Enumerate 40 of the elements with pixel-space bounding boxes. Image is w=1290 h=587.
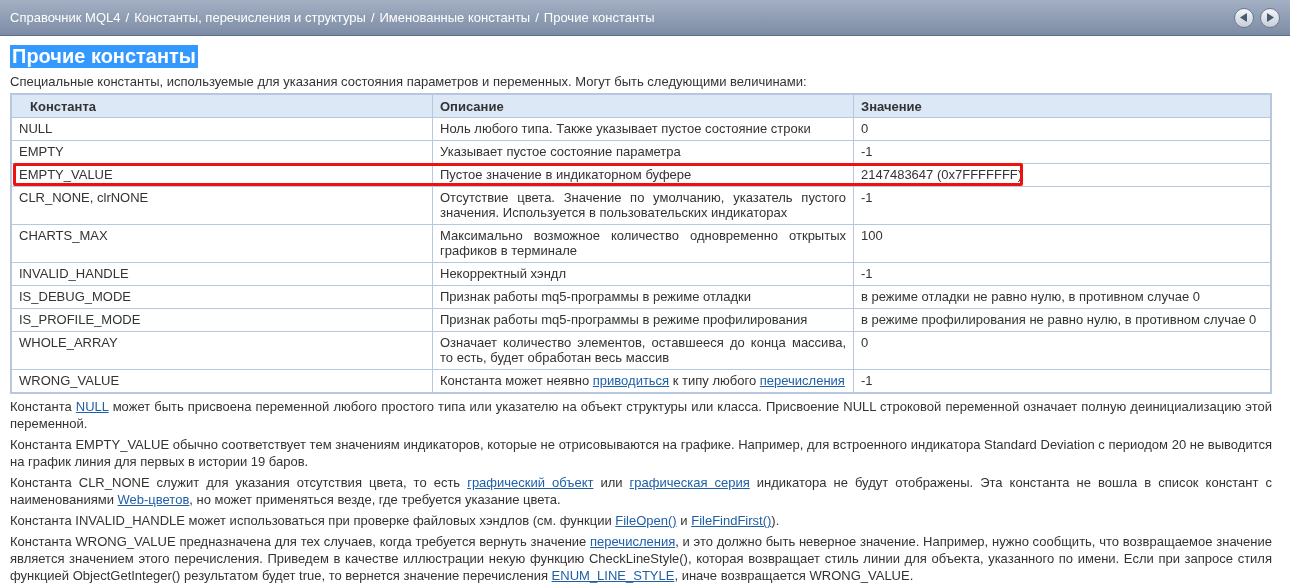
paragraph: Константа WRONG_VALUE предназначена для тех случаев, когда требуется вернуть значение перечисления, и это должно быть неверное значение. Например, нужно сообщить, что возвращаемое значение является значением этого перечисления. Приведем в качестве иллюстрации некую функцию CheckLineStyle(), которая возвращает стиль линии для объекта, указанного по имени. Если при запросе стиля функцией ObjectGetInteger() результатом будет true, то вернется значение перечисления ENUM_LINE_STYLE, иначе возвращается WRONG_VALUE. xyxy=(10,533,1272,584)
table-cell: Некорректный хэндл xyxy=(432,262,854,286)
paragraph: Константа NULL может быть присвоена переменной любого простого типа или указателю на объект структуры или класса. Присвоение NULL строковой переменной означает полную деинициализацию этой переменной. xyxy=(10,398,1272,432)
table-cell: Признак работы mq5-программы в режиме профилирования xyxy=(432,308,854,332)
link[interactable]: перечисления xyxy=(759,373,845,388)
link[interactable]: NULL xyxy=(75,399,109,414)
back-arrow-icon xyxy=(1240,13,1248,22)
paragraph: Константа CLR_NONE служит для указания отсутствия цвета, то есть графический объект или графическая серия индикатора не будут отображены. Эта константа не вошла в список констант с наименованиями Web-цветов, но может применяться везде, где требуется указание цвета. xyxy=(10,474,1272,508)
back-button[interactable] xyxy=(1234,7,1254,28)
table-cell: WHOLE_ARRAY xyxy=(11,331,433,370)
link[interactable]: графический объект xyxy=(467,475,594,490)
page-title: Прочие константы xyxy=(10,45,198,68)
breadcrumb-separator: / xyxy=(369,10,376,25)
table-cell: CLR_NONE, clrNONE xyxy=(11,186,433,225)
link[interactable]: FileFindFirst() xyxy=(691,513,772,528)
table-cell: IS_DEBUG_MODE xyxy=(11,285,433,309)
column-header: Константа xyxy=(11,94,433,118)
intro-text: Специальные константы, используемые для указания состояния параметров и переменных. Могут быть следующими величинами: xyxy=(10,74,808,89)
link[interactable]: приводиться xyxy=(592,373,670,388)
link[interactable]: графическая серия xyxy=(629,475,750,490)
table-cell: Пустое значение в индикаторном буфере xyxy=(432,163,854,187)
breadcrumb-separator: / xyxy=(124,10,131,25)
column-header: Описание xyxy=(432,94,854,118)
table-cell: CHARTS_MAX xyxy=(11,224,433,263)
paragraph: Константа EMPTY_VALUE обычно соответствует тем значениям индикаторов, которые не отрисовываются на графике. Например, для встроенного индикатора Standard Deviation с периодом 20 не выводится на график линия для первых в истории 19 баров. xyxy=(10,436,1272,470)
table-cell: Отсутствие цвета. Значение по умолчанию, указатель пустого значения. Используется в пользовательских индикаторах xyxy=(432,186,854,225)
table-cell: IS_PROFILE_MODE xyxy=(11,308,433,332)
forward-button[interactable] xyxy=(1260,7,1280,28)
table-cell: Максимально возможное количество одновременно открытых графиков в терминале xyxy=(432,224,854,263)
paragraph: Константа INVALID_HANDLE может использоваться при проверке файловых хэндлов (см. функции FileOpen() и FileFindFirst()). xyxy=(10,512,781,529)
table-cell: EMPTY xyxy=(11,140,433,164)
table-cell: NULL xyxy=(11,117,433,141)
column-header: Значение xyxy=(853,94,1271,118)
table-cell: Ноль любого типа. Также указывает пустое состояние строки xyxy=(432,117,854,141)
table-cell: INVALID_HANDLE xyxy=(11,262,433,286)
table-cell: Означает количество элементов, оставшееся до конца массива, то есть, будет обработан весь массив xyxy=(432,331,854,370)
forward-arrow-icon xyxy=(1266,13,1274,22)
table-cell: Признак работы mq5-программы в режиме отладки xyxy=(432,285,854,309)
link[interactable]: FileOpen() xyxy=(615,513,677,528)
breadcrumb-separator: / xyxy=(534,10,540,25)
